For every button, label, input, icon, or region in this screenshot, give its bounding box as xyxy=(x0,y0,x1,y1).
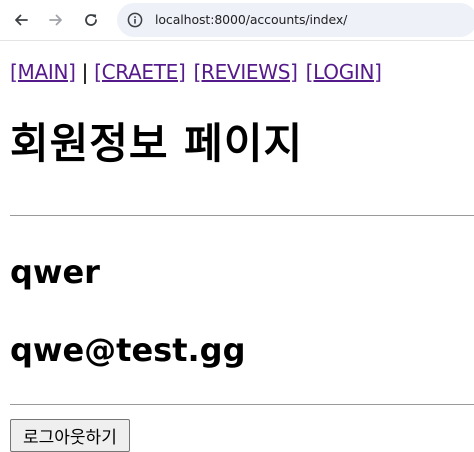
forward-button[interactable] xyxy=(44,8,68,32)
divider-bottom xyxy=(10,404,474,405)
nav-separator: | xyxy=(81,60,89,84)
site-info-icon[interactable] xyxy=(127,12,143,28)
back-arrow-icon xyxy=(15,14,28,26)
nav-link-create[interactable]: [CRAETE] xyxy=(94,60,186,84)
forward-arrow-icon xyxy=(49,14,62,26)
username-heading: qwer xyxy=(10,253,100,291)
address-bar[interactable]: localhost:8000/accounts/index/ xyxy=(117,3,474,37)
top-nav: [MAIN] | [CRAETE] [REVIEWS] [LOGIN] xyxy=(10,60,382,84)
nav-link-main[interactable]: [MAIN] xyxy=(10,60,76,84)
page-content: [MAIN] | [CRAETE] [REVIEWS] [LOGIN] 회원정보 페이지… xyxy=(0,41,474,452)
logout-button[interactable]: 로그아웃하기 xyxy=(10,419,130,452)
browser-toolbar: localhost:8000/accounts/index/ xyxy=(0,0,474,41)
url-text[interactable]: localhost:8000/accounts/index/ xyxy=(155,12,347,27)
divider-top xyxy=(10,215,474,216)
nav-link-reviews[interactable]: [REVIEWS] xyxy=(194,60,298,84)
reload-icon xyxy=(85,14,97,26)
page-title: 회원정보 페이지 xyxy=(10,119,304,168)
back-button[interactable] xyxy=(9,8,33,32)
nav-link-login[interactable]: [LOGIN] xyxy=(306,60,382,84)
reload-button[interactable] xyxy=(79,8,103,32)
email-heading: qwe@test.gg xyxy=(10,331,246,369)
